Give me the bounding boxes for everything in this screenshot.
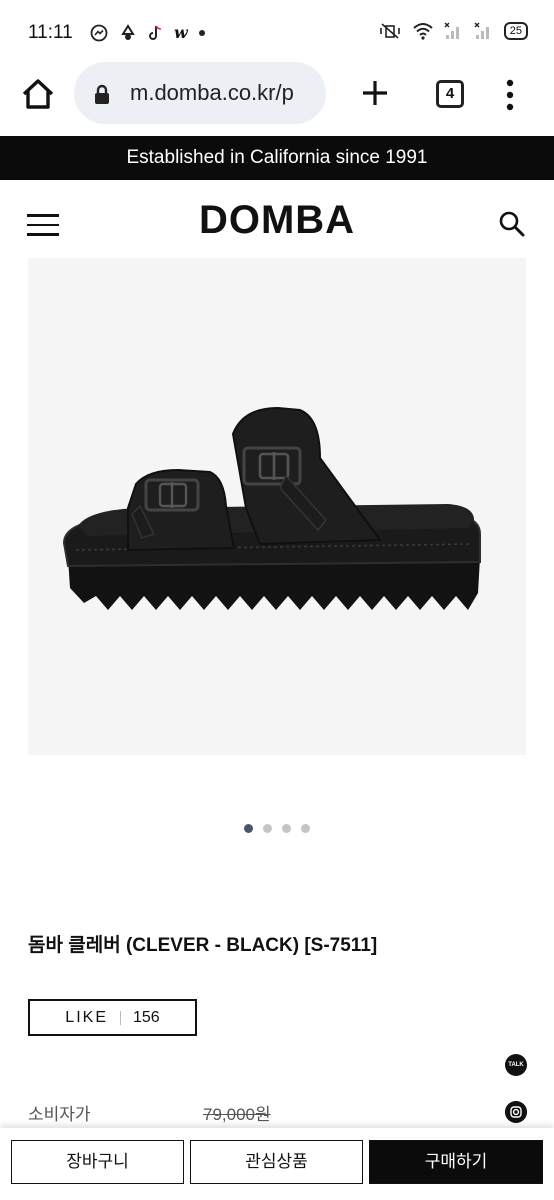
status-time: 11:11	[28, 22, 73, 43]
battery-indicator: 25	[503, 22, 528, 40]
like-count: 156	[132, 1008, 160, 1026]
bottom-action-bar: 장바구니 관심상품 구매하기	[0, 1128, 554, 1200]
like-divider	[119, 1010, 121, 1025]
system-status-icons: 25	[378, 22, 528, 40]
messenger-icon	[90, 24, 108, 42]
promo-banner: Established in California since 1991	[0, 136, 554, 180]
price-label: 소비자가	[28, 1105, 91, 1124]
dot-icon	[198, 30, 205, 36]
signal-icon-2	[474, 22, 489, 39]
lock-icon	[95, 84, 109, 104]
signal-icon-1	[444, 22, 459, 39]
search-icon[interactable]	[498, 210, 526, 238]
address-bar[interactable]: m.domba.co.kr/p	[74, 62, 326, 124]
url-text: m.domba.co.kr/p	[130, 80, 294, 105]
notification-icons: w	[90, 22, 206, 44]
tiktok-icon	[149, 25, 162, 40]
wishlist-button[interactable]: 관심상품	[190, 1140, 363, 1184]
home-icon[interactable]	[18, 74, 58, 114]
sandal-illustration	[62, 406, 481, 610]
price-value: 79,000원	[203, 1105, 271, 1124]
product-title: 돔바 클레버 (CLEVER - BLACK) [S-7511]	[28, 935, 378, 956]
carousel-dots	[0, 824, 554, 833]
instagram-icon[interactable]	[505, 1101, 527, 1123]
buy-now-button[interactable]: 구매하기	[369, 1140, 543, 1184]
recycle-icon	[121, 24, 135, 40]
carousel-dot-2[interactable]	[263, 824, 272, 833]
new-tab-plus-icon[interactable]	[360, 78, 390, 108]
product-image[interactable]	[28, 258, 526, 755]
tab-switcher-button[interactable]: 4	[436, 80, 464, 108]
like-label: LIKE	[65, 1008, 108, 1026]
w-app-icon: w	[174, 23, 188, 42]
carousel-dot-3[interactable]	[282, 824, 291, 833]
browser-toolbar: m.domba.co.kr/p 4	[0, 56, 554, 136]
carousel-dot-4[interactable]	[301, 824, 310, 833]
vibrate-mute-icon	[379, 23, 400, 39]
site-logo[interactable]: DOMBA	[0, 198, 554, 243]
overflow-menu-icon[interactable]	[500, 78, 520, 112]
like-button[interactable]: LIKE 156	[28, 999, 197, 1036]
carousel-dot-1[interactable]	[244, 824, 253, 833]
kakao-talk-icon[interactable]: TALK	[505, 1054, 527, 1076]
wifi-icon	[413, 23, 433, 40]
site-header: DOMBA	[0, 180, 554, 262]
add-to-cart-button[interactable]: 장바구니	[11, 1140, 184, 1184]
